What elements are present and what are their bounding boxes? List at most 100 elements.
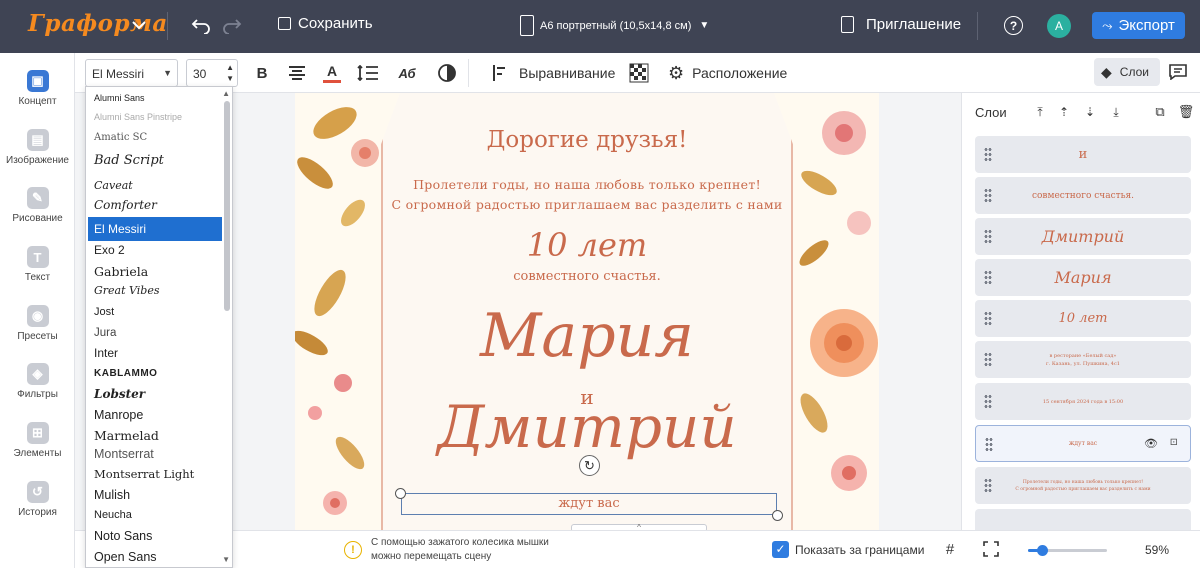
fit-screen-icon[interactable] (982, 540, 1000, 558)
scroll-down-arrow-icon[interactable]: ▼ (222, 555, 230, 564)
layer-item[interactable]: Мария (975, 259, 1191, 296)
zoom-slider-thumb[interactable] (1037, 545, 1048, 556)
layer-item[interactable]: 15 сентября 2024 года в 15:00 (975, 383, 1191, 420)
font-option[interactable]: Alumni Sans Pinstripe (88, 107, 222, 127)
nav-filters[interactable]: ◈ Фильтры (0, 363, 75, 400)
nav-presets[interactable]: ◉ Пресеты (0, 305, 75, 342)
move-layer-top-icon[interactable]: ⤒ (1032, 103, 1048, 121)
line-height-icon[interactable] (356, 63, 380, 83)
font-option[interactable]: Bad Script (88, 150, 222, 170)
drag-handle-icon[interactable] (984, 188, 992, 202)
bold-button[interactable]: B (252, 62, 272, 84)
text-color-icon[interactable]: A (320, 61, 344, 85)
move-layer-up-icon[interactable]: ⇡ (1056, 103, 1072, 121)
card-greeting[interactable]: Дорогие друзья! (295, 127, 879, 153)
eye-icon[interactable]: 👁 (1144, 437, 1158, 450)
drag-handle-icon[interactable] (984, 394, 992, 408)
font-option[interactable]: Marmelad (88, 425, 222, 445)
font-option[interactable]: Montserrat Light (88, 464, 222, 484)
scroll-up-arrow-icon[interactable]: ▲ (222, 89, 230, 98)
font-option[interactable]: Alumni Sans (88, 88, 222, 108)
nav-image[interactable]: ▤ Изображение (0, 129, 75, 166)
font-option[interactable]: Amatic SC (88, 127, 222, 147)
nav-draw[interactable]: ✎ Рисование (0, 187, 75, 224)
text-effects-icon[interactable]: Аб (395, 62, 419, 84)
font-option[interactable]: Exo 2 (88, 240, 222, 260)
font-option[interactable]: Lobster (88, 384, 222, 404)
nav-text[interactable]: T Текст (0, 246, 75, 283)
layer-item[interactable]: в ресторане «Белый сад» г. Казань, ул. П… (975, 341, 1191, 378)
drag-handle-icon[interactable] (985, 437, 993, 451)
font-option[interactable]: KABLAMMO (88, 363, 222, 383)
font-option[interactable]: Mulish (88, 485, 222, 505)
show-outside-checkbox[interactable]: ✓ (772, 541, 789, 558)
opacity-icon[interactable] (436, 62, 458, 84)
layer-item[interactable]: и (975, 136, 1191, 173)
drag-handle-icon[interactable] (984, 352, 992, 366)
show-outside-label[interactable]: Показать за границами (795, 543, 924, 557)
drag-handle-icon[interactable] (984, 270, 992, 284)
help-icon[interactable]: ? (1004, 16, 1023, 35)
card-name2[interactable]: Дмитрий (295, 393, 879, 461)
font-size-stepper[interactable]: 30 ▲ ▼ (186, 59, 238, 87)
font-option[interactable]: Gabriela (88, 261, 222, 281)
layers-toggle-button[interactable]: ◆ Слои (1094, 58, 1160, 86)
stepper-arrows-icon[interactable]: ▲ ▼ (226, 62, 234, 84)
trash-icon[interactable]: 🗑 (1178, 103, 1195, 121)
font-option-selected[interactable]: El Messiri (88, 217, 222, 241)
layer-item[interactable]: 10 лет (975, 300, 1191, 337)
move-layer-bottom-icon[interactable]: ⤓ (1108, 103, 1124, 121)
drag-handle-icon[interactable] (984, 147, 992, 161)
layer-item[interactable]: Дмитрий (975, 218, 1191, 255)
format-selector[interactable]: А6 портретный (10,5х14,8 см) ▼ (520, 15, 709, 36)
resize-handle-right[interactable] (772, 510, 783, 521)
canvas-area[interactable]: Дорогие друзья! Пролетели годы, но наша … (233, 93, 961, 530)
avatar[interactable]: A (1047, 14, 1071, 38)
font-option[interactable]: Caveat (88, 175, 222, 195)
card-name1[interactable]: Мария (295, 301, 879, 371)
arrange-button[interactable]: ⚙ Расположение (668, 64, 787, 82)
font-option[interactable]: Montserrat (88, 444, 222, 464)
align-button[interactable]: Выравнивание (492, 64, 615, 82)
lock-icon[interactable]: ⊡ (1170, 437, 1178, 448)
font-family-select[interactable]: El Messiri ▼ (85, 59, 178, 87)
invitation-card[interactable]: Дорогие друзья! Пролетели годы, но наша … (295, 93, 879, 530)
duplicate-icon[interactable]: ⧉ (1152, 103, 1168, 121)
nav-concept[interactable]: ▣ Концепт (0, 70, 75, 107)
font-option[interactable]: Neucha (88, 505, 222, 525)
nav-elements[interactable]: ⊞ Элементы (0, 422, 75, 459)
font-option[interactable]: Great Vibes (88, 280, 222, 300)
dropdown-scrollbar[interactable] (224, 101, 230, 311)
export-button[interactable]: ⤳ Экспорт (1092, 12, 1185, 39)
drag-handle-icon[interactable] (984, 229, 992, 243)
align-center-icon[interactable] (286, 63, 308, 83)
font-option[interactable]: Jura (88, 323, 222, 343)
zoom-slider[interactable] (1028, 545, 1107, 556)
card-together[interactable]: совместного счастья. (295, 269, 879, 284)
font-option[interactable]: Noto Sans (88, 526, 222, 546)
font-option[interactable]: Open Sans (88, 547, 222, 567)
comment-icon[interactable] (1167, 62, 1189, 82)
card-intro-line1[interactable]: Пролетели годы, но наша любовь только кр… (295, 177, 879, 192)
card-years[interactable]: 10 лет (295, 226, 879, 264)
document-name[interactable]: Приглашение (841, 16, 961, 33)
font-option[interactable]: Comforter (88, 195, 222, 215)
rotate-handle-icon[interactable]: ↻ (579, 455, 600, 476)
chevron-down-icon[interactable] (128, 14, 150, 36)
font-option[interactable]: Manrope (88, 405, 222, 425)
font-family-dropdown[interactable]: Alumni Sans Alumni Sans Pinstripe Amatic… (85, 86, 233, 568)
transparency-icon[interactable] (628, 62, 650, 84)
card-intro-line2[interactable]: С огромной радостью приглашаем вас разде… (295, 197, 879, 212)
resize-handle-left[interactable] (395, 488, 406, 499)
move-layer-down-icon[interactable]: ⇣ (1082, 103, 1098, 121)
grid-icon[interactable]: # (941, 540, 959, 558)
drag-handle-icon[interactable] (984, 478, 992, 492)
font-option[interactable]: Inter (88, 343, 222, 363)
drag-handle-icon[interactable] (984, 311, 992, 325)
layer-item[interactable]: совместного счастья. (975, 177, 1191, 214)
layer-item-selected[interactable]: ждут вас 👁 ⊡ (975, 425, 1191, 462)
redo-icon[interactable] (220, 14, 244, 38)
save-button[interactable]: Сохранить (278, 15, 373, 32)
undo-icon[interactable] (189, 14, 213, 38)
layer-item[interactable]: Пролетели годы, но наша любовь только кр… (975, 467, 1191, 504)
